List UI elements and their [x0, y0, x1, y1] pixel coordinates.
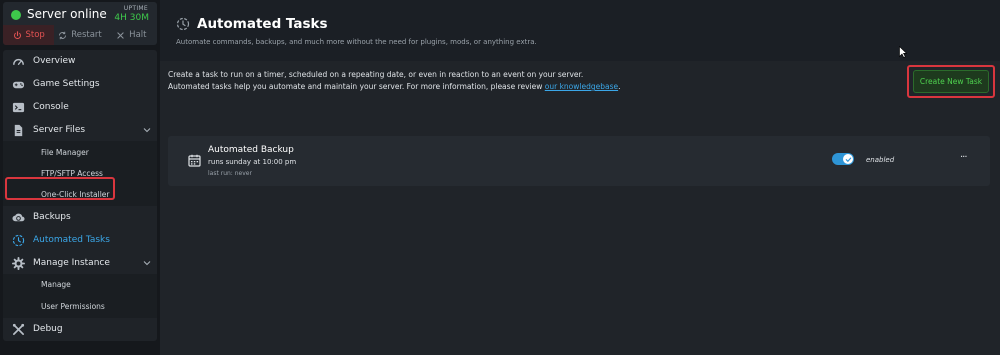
close-icon: [117, 31, 124, 39]
sidebar-subitem-manage[interactable]: Manage: [41, 280, 71, 289]
sidebar-item-label: Automated Tasks: [33, 235, 110, 245]
gauge-icon: [11, 54, 25, 68]
wrench-icon: [11, 322, 25, 336]
knowledgebase-link[interactable]: our knowledgebase: [545, 82, 618, 91]
task-row[interactable]: Automated Backup runs sunday at 10:00 pm…: [168, 136, 990, 186]
task-enabled-toggle[interactable]: [832, 153, 854, 165]
gamepad-icon: [11, 77, 25, 91]
info-line-2-suffix: .: [618, 82, 621, 91]
gear-icon: [11, 256, 25, 270]
sidebar-item-game-settings[interactable]: Game Settings: [3, 73, 157, 95]
sidebar-item-label: Console: [33, 102, 69, 112]
mouse-cursor-icon: [899, 46, 907, 58]
task-name: Automated Backup: [208, 145, 294, 155]
restart-button[interactable]: Restart: [54, 25, 105, 45]
terminal-icon: [11, 100, 25, 114]
page-header: Automated Tasks Automate commands, backu…: [160, 0, 1000, 60]
active-item-highlight: [5, 177, 115, 200]
sidebar-item-label: Server Files: [33, 125, 86, 135]
sidebar-item-backups[interactable]: Backups: [3, 206, 157, 228]
server-status-card: Server online UPTIME 4H 30M Stop Restart…: [3, 2, 157, 45]
main-content: Automated Tasks Automate commands, backu…: [160, 0, 1000, 355]
create-new-task-button[interactable]: Create New Task: [913, 70, 989, 93]
sidebar-item-automated-tasks[interactable]: Automated Tasks: [3, 229, 157, 251]
restart-icon: [59, 31, 67, 39]
sidebar-item-debug[interactable]: Debug: [3, 318, 157, 340]
sidebar-item-manage-instance[interactable]: Manage Instance: [3, 252, 157, 274]
restart-label: Restart: [71, 30, 102, 40]
toggle-knob: [843, 154, 853, 164]
task-status: enabled: [866, 156, 895, 164]
page-subtitle: Automate commands, backups, and much mor…: [176, 38, 537, 46]
info-line-1: Create a task to run on a timer, schedul…: [168, 70, 584, 79]
task-schedule: runs sunday at 10:00 pm: [208, 158, 297, 166]
page-title: Automated Tasks: [197, 16, 328, 32]
info-line-2: Automated tasks help you automate and ma…: [168, 81, 621, 93]
info-line-2-text: Automated tasks help you automate and ma…: [168, 82, 545, 91]
sidebar: Server online UPTIME 4H 30M Stop Restart…: [0, 0, 160, 355]
uptime-label: UPTIME: [123, 5, 148, 12]
power-icon: [13, 30, 21, 39]
more-options-icon[interactable]: ···: [960, 152, 972, 164]
halt-button[interactable]: Halt: [106, 25, 157, 45]
online-indicator: [11, 10, 21, 20]
sidebar-item-server-files[interactable]: Server Files: [3, 119, 157, 141]
file-icon: [11, 123, 25, 137]
sidebar-subitem-user-permissions[interactable]: User Permissions: [41, 302, 105, 311]
task-last-run: last run: never: [208, 170, 252, 177]
server-status-text: Server online: [27, 7, 107, 21]
sidebar-item-label: Overview: [33, 56, 76, 66]
calendar-icon: [188, 154, 201, 167]
uptime-value: 4H 30M: [114, 13, 149, 23]
sidebar-item-label: Backups: [33, 212, 71, 222]
sidebar-item-label: Manage Instance: [33, 258, 110, 268]
info-text: Create a task to run on a timer, schedul…: [168, 69, 621, 93]
sidebar-subitem-file-manager[interactable]: File Manager: [41, 148, 89, 157]
sidebar-item-console[interactable]: Console: [3, 96, 157, 118]
clock-icon: [176, 17, 190, 31]
halt-label: Halt: [129, 30, 147, 40]
cloud-backup-icon: [11, 210, 25, 224]
tasks-panel: Create a task to run on a timer, schedul…: [160, 61, 1000, 355]
stop-button[interactable]: Stop: [3, 25, 55, 45]
clock-icon: [11, 233, 25, 247]
check-icon: [845, 157, 851, 162]
chevron-down-icon: [143, 128, 151, 133]
stop-label: Stop: [25, 30, 45, 40]
power-controls: Stop Restart Halt: [3, 25, 157, 45]
sidebar-item-overview[interactable]: Overview: [3, 50, 157, 72]
sidebar-item-label: Debug: [33, 324, 63, 334]
manage-instance-submenu: [3, 274, 157, 318]
chevron-down-icon: [143, 261, 151, 266]
sidebar-item-label: Game Settings: [33, 79, 100, 89]
